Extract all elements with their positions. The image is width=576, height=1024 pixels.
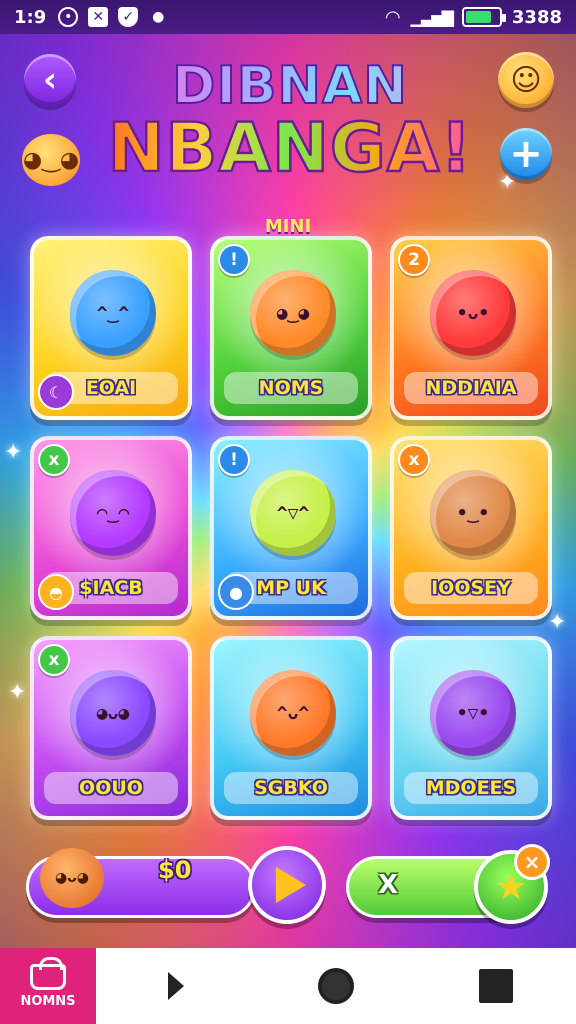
notification-box-icon: ✕	[88, 7, 109, 27]
nav-home-button[interactable]	[256, 968, 416, 1004]
play-icon	[276, 867, 306, 903]
character-grid: ^‿^ EOAI ☾ ◕‿◕! NOMS •ᴗ• 2 NDDIAIA ◠‿◠ x $IACB ◓ ^▽^…	[30, 236, 552, 828]
game-title: DIBNAN NBANGA!	[100, 57, 480, 185]
character-face: •▽•	[456, 702, 490, 724]
character-icon: ^▽^	[250, 470, 336, 556]
play-button[interactable]	[248, 846, 326, 924]
character-face: ^ᴗ^	[276, 702, 310, 724]
status-bar: 1:9 • ✕ ✓ ● ◠ ▁▃▅▇ 3388	[0, 0, 576, 34]
system-nav-bar: NOMNS	[0, 948, 576, 1024]
character-face: ◕ᴗ◕	[96, 702, 130, 724]
character-icon: •‿•	[430, 470, 516, 556]
game-card[interactable]: ^‿^ EOAI ☾	[30, 236, 192, 420]
card-label: SGBKO	[224, 772, 358, 804]
title-line-1: DIBNAN	[100, 57, 480, 115]
store-tab[interactable]: NOMNS	[0, 948, 96, 1024]
character-face: ◕‿◕	[276, 302, 310, 324]
character-face: ◠‿◠	[96, 502, 130, 524]
moon-icon: ☾	[38, 374, 74, 410]
action-label: X	[378, 870, 399, 900]
ball-icon: ●	[218, 574, 254, 610]
card-badge: !	[218, 444, 250, 476]
card-label: IOOSEY	[404, 572, 538, 604]
coin-count: $0	[158, 856, 192, 884]
card-badge: 2	[398, 244, 430, 276]
character-icon: •▽•	[430, 670, 516, 756]
character-face: •‿•	[456, 502, 490, 524]
back-button[interactable]: ‹	[24, 54, 76, 106]
card-label: NOMS	[224, 372, 358, 404]
add-button[interactable]: +	[500, 128, 552, 180]
game-card[interactable]: ◕ᴗ◕ x OOUO	[30, 636, 192, 820]
target-icon: •	[58, 7, 79, 27]
plus-icon: +	[509, 131, 543, 177]
card-label: MDOEES	[404, 772, 538, 804]
recents-square-icon	[479, 969, 513, 1003]
card-badge: x	[38, 644, 70, 676]
status-time: 1:9	[14, 6, 47, 28]
game-card[interactable]: •ᴗ• 2 NDDIAIA	[390, 236, 552, 420]
nav-back-button[interactable]	[96, 972, 256, 1000]
sparkle-icon: ✦	[548, 610, 567, 635]
character-icon: ◕ᴗ◕	[70, 670, 156, 756]
character-icon: ^ᴗ^	[250, 670, 336, 756]
hat-icon: ◓	[38, 574, 74, 610]
control-bar: ◕ᴗ◕ $0 X ★ ×	[26, 842, 554, 932]
card-label: NDDIAIA	[404, 372, 538, 404]
chevron-left-icon: ‹	[42, 60, 57, 100]
title-line-2: NBANGA!	[100, 112, 480, 185]
game-card[interactable]: ◕‿◕! NOMS	[210, 236, 372, 420]
character-icon: •ᴗ•	[430, 270, 516, 356]
game-card[interactable]: •▽• MDOEES	[390, 636, 552, 820]
game-card[interactable]: •‿• x IOOSEY	[390, 436, 552, 620]
close-icon: ×	[523, 850, 541, 874]
game-card[interactable]: ^▽^! MP UK ●	[210, 436, 372, 620]
player-avatar[interactable]: ◕ᴗ◕	[40, 848, 104, 908]
wifi-icon: ◠	[384, 6, 401, 28]
card-badge: x	[38, 444, 70, 476]
basket-icon	[30, 956, 66, 990]
character-icon: ◠‿◠	[70, 470, 156, 556]
close-button[interactable]: ×	[514, 844, 550, 880]
character-face: ^‿^	[96, 302, 130, 324]
home-circle-icon	[318, 968, 354, 1004]
back-triangle-icon	[168, 972, 184, 1000]
shield-icon: ✓	[118, 7, 139, 27]
profile-emoji-button[interactable]: ☺	[498, 52, 554, 108]
character-face: ^▽^	[276, 502, 310, 524]
character-icon: ◕‿◕	[250, 270, 336, 356]
store-tab-label: NOMNS	[20, 993, 76, 1009]
battery-label: 3388	[511, 6, 562, 28]
sparkle-icon: ✦	[8, 680, 27, 705]
game-card[interactable]: ◠‿◠ x $IACB ◓	[30, 436, 192, 620]
game-screen: 1:9 • ✕ ✓ ● ◠ ▁▃▅▇ 3388 ‹ ☺ + ◕‿◕ DIBNAN…	[0, 0, 576, 1024]
mascot-icon: ◕‿◕	[22, 134, 80, 186]
dot-icon: ●	[152, 9, 165, 25]
character-face: •ᴗ•	[456, 302, 490, 324]
nav-recents-button[interactable]	[416, 969, 576, 1003]
card-badge: !	[218, 244, 250, 276]
card-label: OOUO	[44, 772, 178, 804]
battery-icon	[461, 7, 506, 27]
card-badge: x	[398, 444, 430, 476]
character-icon: ^‿^	[70, 270, 156, 356]
sparkle-icon: ✦	[4, 440, 23, 465]
game-card[interactable]: ^ᴗ^ SGBKO	[210, 636, 372, 820]
section-label: MINI	[264, 216, 312, 237]
smiley-icon: ☺	[510, 62, 542, 98]
signal-icon: ▁▃▅▇	[410, 7, 454, 27]
